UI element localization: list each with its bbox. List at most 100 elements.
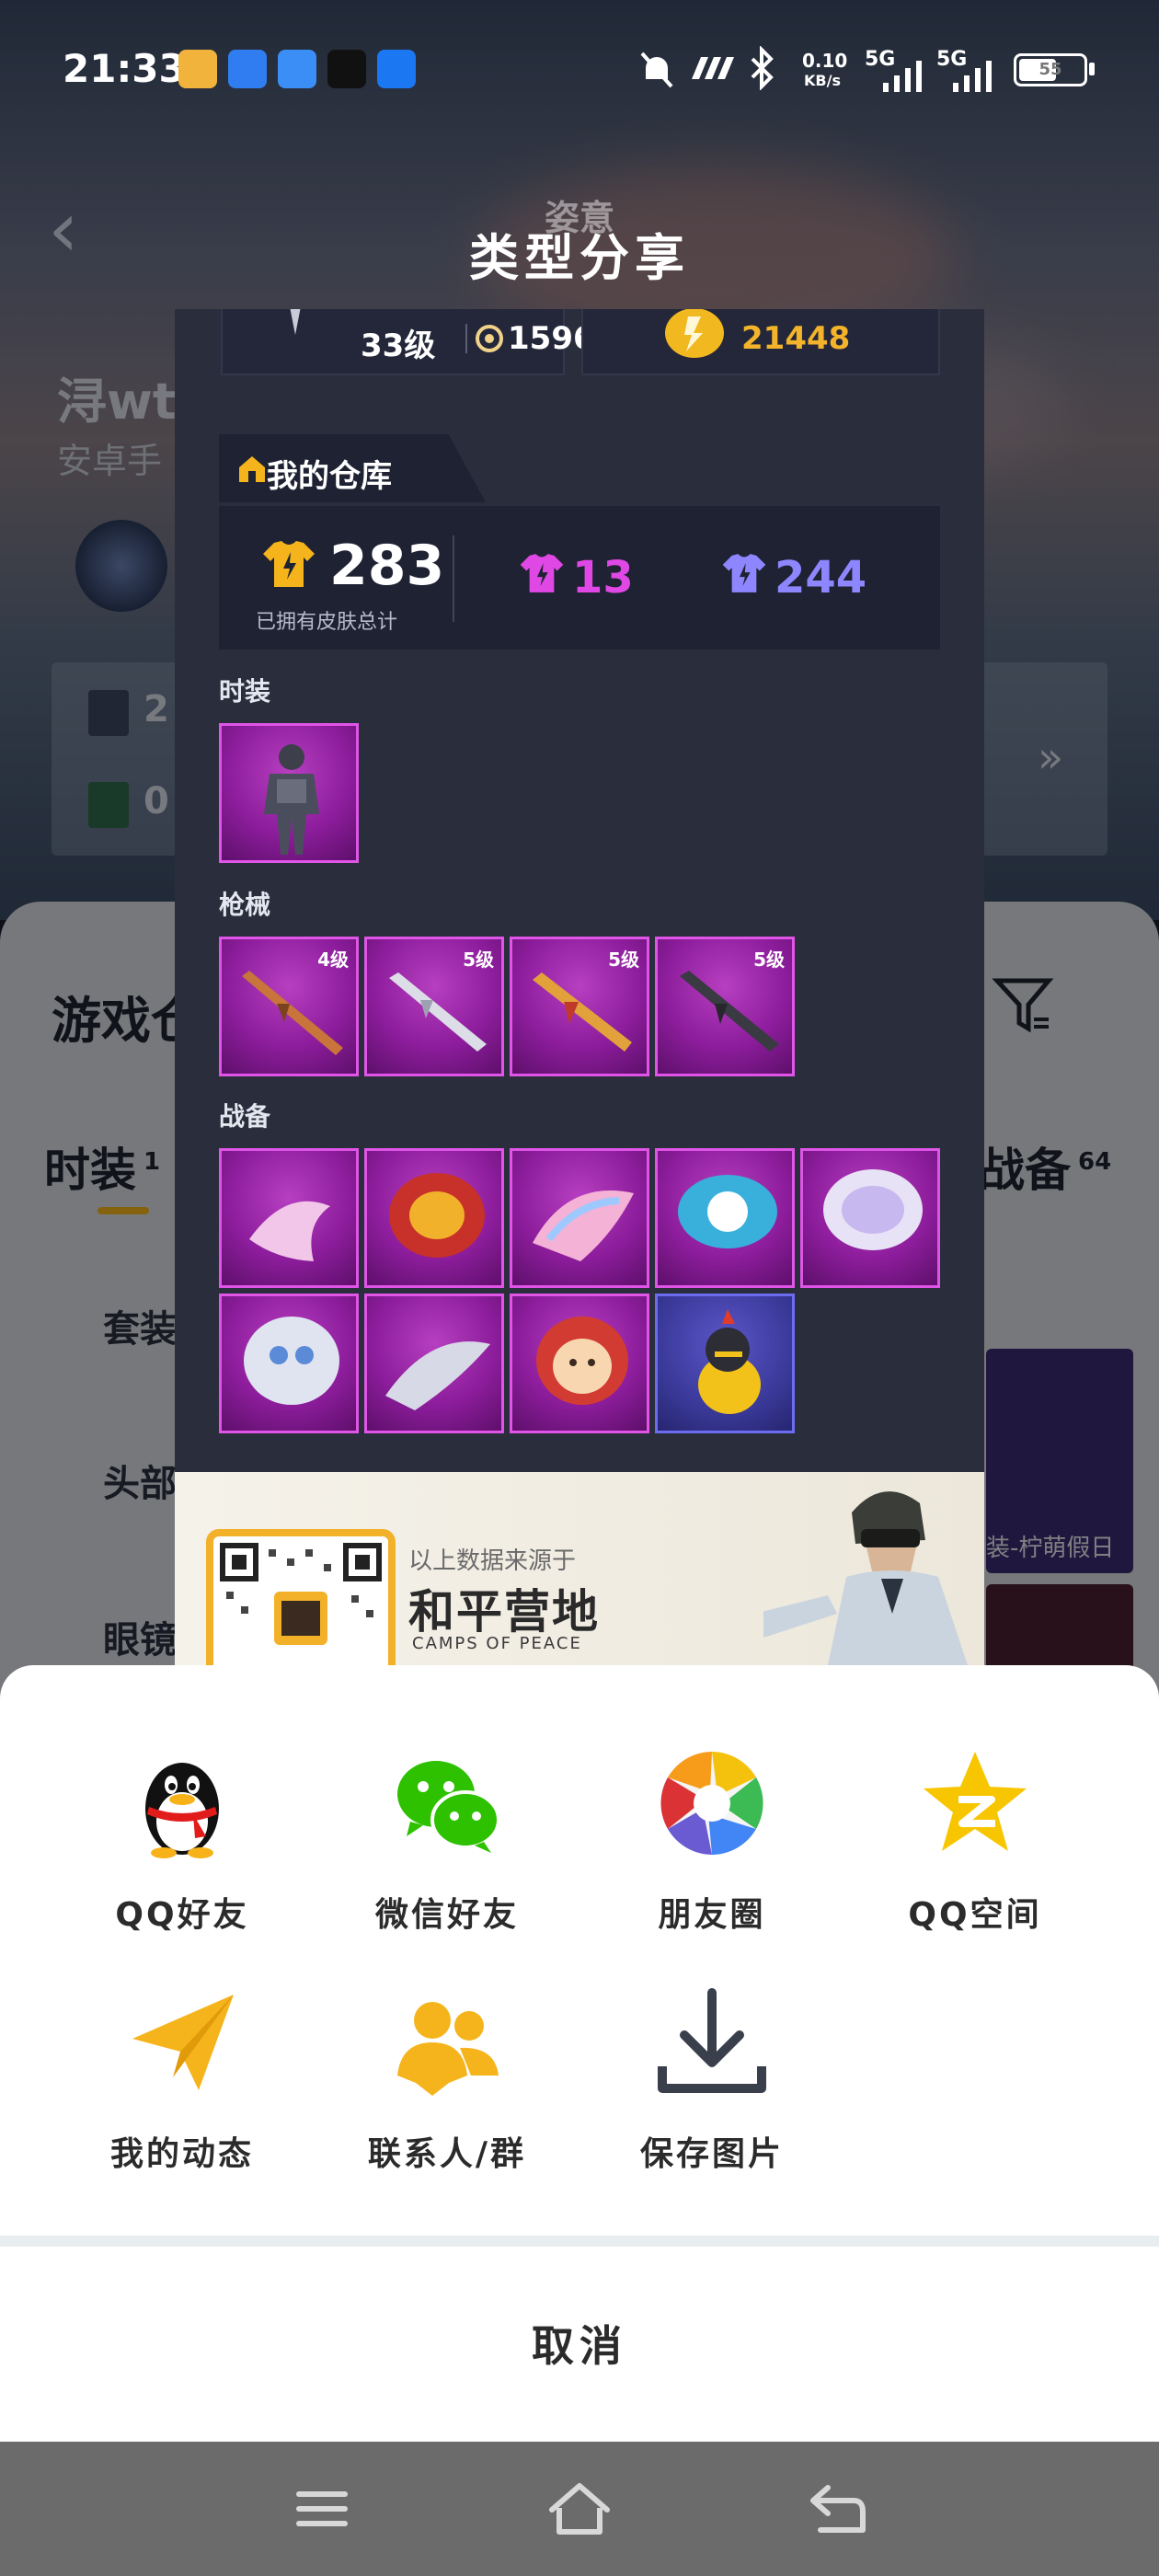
home-button-icon[interactable] [543,2475,616,2543]
skin-total-caption: 已拥有皮肤总计 [256,611,398,634]
share-my-feed[interactable]: 我的动态 [63,1987,302,2173]
blue-shirt-icon [722,554,766,592]
share-my-feed-label: 我的动态 [109,2135,254,2173]
alipay-icon [377,50,416,88]
share-moments-label: 朋友圈 [658,1896,766,1934]
share-qzone-label: QQ空间 [908,1896,1042,1934]
share-sheet: QQ好友 微信好友 朋友圈 QQ空间 我的动态 联系人/群 保存图片 取消 [0,1665,1159,2442]
share-wechat-friend-label: 微信好友 [374,1896,519,1934]
rank-icon [290,309,301,335]
level-value: 33级 [361,328,436,364]
share-qq-friend[interactable]: QQ好友 [63,1748,302,1934]
qr-code [206,1529,396,1665]
coin-stat-box: 21448 [581,309,940,375]
warehouse-panel: 283 已拥有皮肤总计 13 244 [219,506,940,650]
warehouse-tab: 我的仓库 [219,434,486,502]
blue-parachute-image [678,1175,777,1248]
pearl-parachute-image [823,1169,923,1250]
save-image-label: 保存图片 [639,2135,784,2173]
doll-parachute-image [536,1317,628,1405]
home-icon [235,453,269,491]
coin-value: 21448 [741,320,851,357]
crystal-glider-image [249,1201,330,1261]
qq-penguin-icon [145,1763,219,1858]
coin-icon [665,309,724,358]
promo-banner: 以上数据来源于 和平营地 CAMPS OF PEACE [175,1472,984,1665]
weapon-level: 5级 [608,949,639,971]
save-image-button[interactable]: 保存图片 [592,1987,832,2173]
screen-app-icon [278,50,316,88]
page-title: 类型分享 [469,229,690,287]
gear-item[interactable] [219,1148,359,1288]
gear-item[interactable] [655,1148,795,1288]
qzone-star-icon [924,1752,1027,1851]
blue-skin-count: 244 [775,552,867,604]
share-qzone[interactable]: QQ空间 [855,1748,1095,1934]
share-contacts-label: 联系人/群 [367,2135,527,2173]
purple-skin-count: 13 [572,552,634,604]
gear-item[interactable] [510,1294,649,1433]
armor-outfit-image [264,744,319,855]
game-app-icon [178,50,217,88]
gear-item[interactable] [800,1148,940,1288]
signal-1-bars-icon [881,57,925,98]
share-contacts[interactable]: 联系人/群 [327,1987,567,2173]
weapon-item[interactable]: 5级 [364,937,504,1076]
section-weapons-label: 枪械 [219,890,271,920]
net-speed-value: 0.10 [802,50,848,72]
tiktok-icon [327,50,366,88]
menu-icon[interactable] [285,2475,359,2543]
signal-2-bars-icon [951,57,995,98]
score-icon [476,325,503,352]
weapon-level: 5级 [463,949,494,971]
contacts-group-icon [397,2002,499,2096]
skin-total-shirt-icon [263,541,315,587]
warehouse-title: 我的仓库 [267,458,392,495]
gear-item[interactable] [219,1294,359,1433]
silver-glider-image [385,1341,490,1410]
cancel-label: 取消 [532,2321,627,2371]
section-fashion-label: 时装 [219,676,271,707]
mute-bell-icon [638,50,675,94]
wechat-icon [397,1761,500,1853]
battery-tip [1089,63,1095,75]
pink-glider-image [533,1190,634,1261]
chick-pet-image [698,1309,761,1414]
gear-item[interactable] [364,1148,504,1288]
share-qq-friend-label: QQ好友 [115,1896,249,1934]
moments-aperture-icon [660,1752,763,1855]
messenger-app-icon [228,50,267,88]
section-gear-label: 战备 [219,1101,271,1132]
weapon-level: 5级 [753,949,785,971]
weapon-level: 4级 [317,949,349,971]
carrier-logo-icon [688,52,736,88]
weapon-item[interactable]: 5级 [510,937,649,1076]
soldier-illustration [763,1491,968,1665]
status-bar: 21:33 0.10 KB/s 5G 5G 55 [0,0,1159,138]
weapon-item[interactable]: 4级 [219,937,359,1076]
bluetooth-icon [747,45,776,94]
red-parachute-image [389,1173,485,1258]
promo-brand: 和平营地 [408,1585,600,1639]
fashion-item[interactable] [219,723,359,863]
back-button-icon[interactable] [800,2475,874,2543]
warehouse-divider [453,535,454,622]
battery-icon: 55 [1014,53,1087,86]
gear-item[interactable] [655,1294,795,1433]
gear-item[interactable] [510,1148,649,1288]
anime-parachute-image [244,1317,339,1405]
system-navigation-bar [0,2442,1159,2576]
share-card: 33级 15961 21448 我的仓库 283 已拥有皮肤总计 13 244 … [175,309,984,1665]
status-time: 21:33 [63,46,186,91]
level-stat-box: 33级 15961 [221,309,616,375]
purple-shirt-icon [520,554,564,592]
skin-total-value: 283 [329,534,445,598]
gear-item[interactable] [364,1294,504,1433]
paper-plane-icon [132,1995,234,2090]
share-moments[interactable]: 朋友圈 [592,1748,832,1934]
sheet-divider [0,2236,1159,2247]
weapon-item[interactable]: 5级 [655,937,795,1076]
share-wechat-friend[interactable]: 微信好友 [327,1748,567,1934]
cancel-button[interactable]: 取消 [0,2247,1159,2442]
net-speed-unit: KB/s [804,72,841,89]
